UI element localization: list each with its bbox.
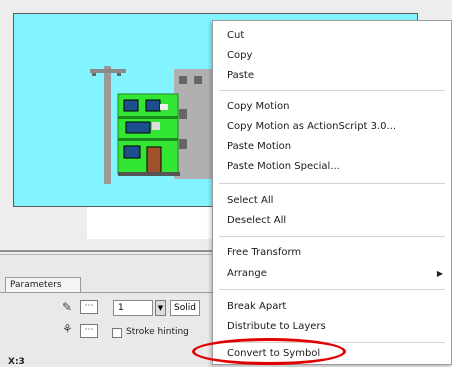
fill-color-swatch[interactable]: ⋯ <box>80 324 98 338</box>
menu-separator <box>219 90 445 91</box>
menu-item-deselect-all[interactable]: Deselect All <box>213 211 451 231</box>
pencil-icon: ✎ <box>62 300 73 314</box>
menu-item-break-apart[interactable]: Break Apart <box>213 297 451 317</box>
stroke-width-field[interactable]: 1 <box>113 300 153 316</box>
menu-item-select-all[interactable]: Select All <box>213 191 451 211</box>
menu-item-cut[interactable]: Cut <box>213 26 451 46</box>
stroke-hinting-label: Stroke hinting <box>126 327 189 337</box>
stroke-color-swatch[interactable]: ⋯ <box>80 300 98 314</box>
menu-separator <box>219 342 445 343</box>
paint-bucket-icon: ⚘ <box>62 322 73 336</box>
menu-item-free-transform[interactable]: Free Transform <box>213 243 451 263</box>
menu-item-copy[interactable]: Copy <box>213 46 451 66</box>
menu-item-convert-to-symbol[interactable]: Convert to Symbol <box>213 344 451 364</box>
menu-item-paste-motion-special[interactable]: Paste Motion Special... <box>213 157 451 177</box>
menu-item-arrange[interactable]: Arrange ▶ <box>213 264 451 284</box>
submenu-arrow-icon: ▶ <box>436 269 443 278</box>
menu-item-arrange-label: Arrange <box>227 268 267 279</box>
stroke-width-dropdown[interactable]: ▼ <box>155 300 166 316</box>
menu-item-paste-motion[interactable]: Paste Motion <box>213 137 451 157</box>
menu-separator <box>219 183 445 184</box>
stroke-hinting-checkbox[interactable] <box>112 328 122 338</box>
menu-item-paste[interactable]: Paste <box>213 66 451 86</box>
menu-item-copy-motion[interactable]: Copy Motion <box>213 97 451 117</box>
menu-item-copy-motion-as[interactable]: Copy Motion as ActionScript 3.0... <box>213 117 451 137</box>
menu-separator <box>219 236 445 237</box>
context-menu: Cut Copy Paste Copy Motion Copy Motion a… <box>212 20 452 365</box>
position-x-label: X:3 <box>8 357 25 367</box>
menu-item-distribute-to-layers[interactable]: Distribute to Layers <box>213 317 451 337</box>
tab-parameters[interactable]: Parameters <box>5 277 81 292</box>
stroke-style-select[interactable]: Solid <box>170 300 200 316</box>
menu-separator <box>219 289 445 290</box>
